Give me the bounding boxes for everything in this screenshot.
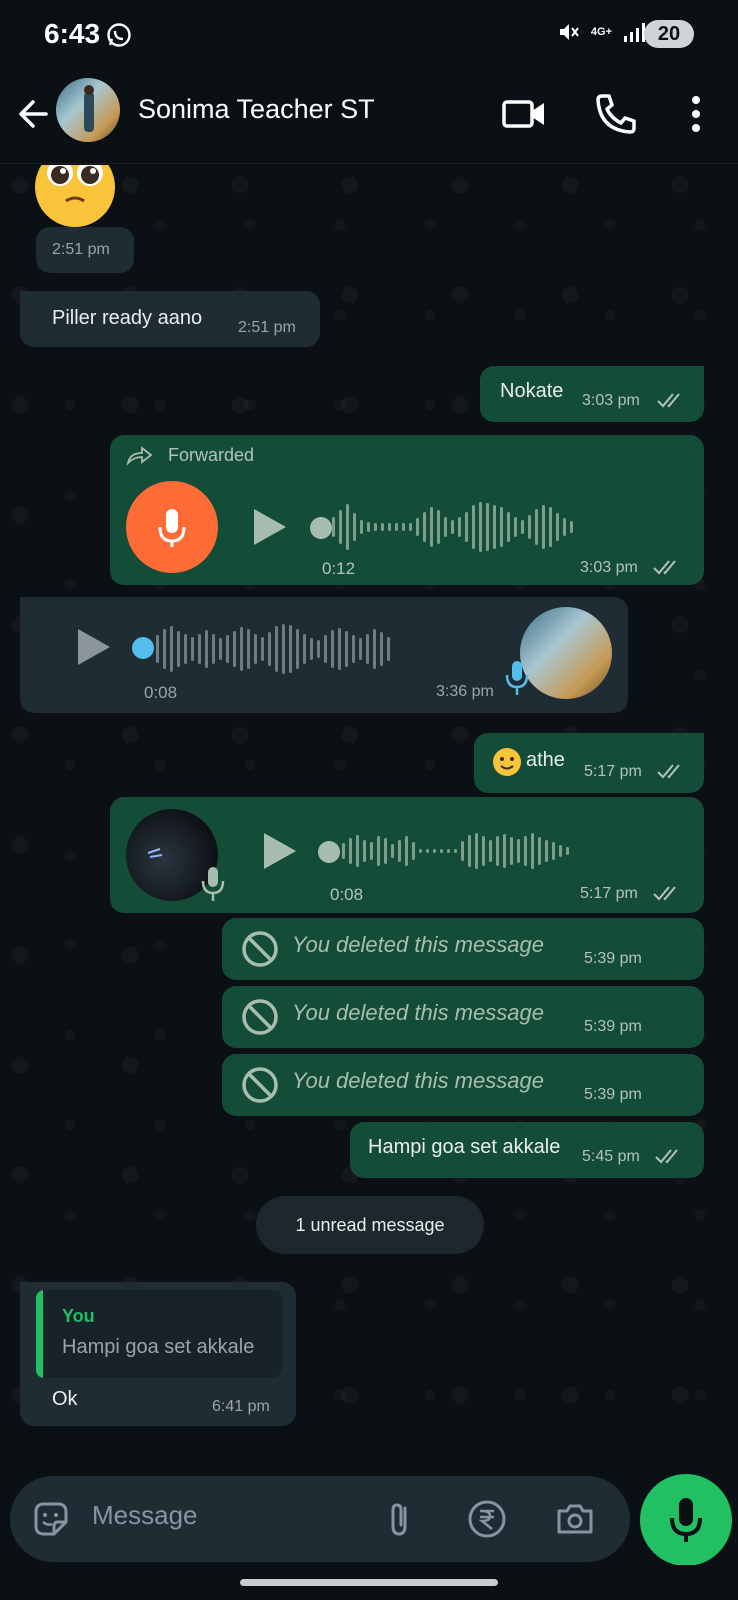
waveform[interactable] <box>332 499 573 555</box>
quoted-sender: You <box>62 1306 95 1326</box>
read-ticks-icon <box>653 560 676 575</box>
payment-rupee-icon[interactable] <box>466 1498 508 1540</box>
message-time: 6:41 pm <box>212 1398 270 1415</box>
message-input[interactable]: Message <box>92 1500 198 1531</box>
quoted-text: Hampi goa set akkale <box>62 1336 255 1358</box>
message-text: Ok <box>52 1388 78 1410</box>
sticker-icon[interactable] <box>30 1498 72 1540</box>
playback-position-dot[interactable] <box>310 517 332 539</box>
sender-avatar <box>520 607 612 699</box>
message-composer: Message <box>10 1476 630 1562</box>
message-text: Piller ready aano <box>52 307 203 329</box>
message-text: Hampi goa set akkale <box>368 1136 561 1158</box>
message-time: 5:39 pm <box>584 950 642 967</box>
network-type: 4G+ <box>590 25 612 38</box>
incoming-message[interactable]: Piller ready aano 2:51 pm <box>20 291 320 347</box>
deleted-message-text: You deleted this message <box>292 1068 544 1093</box>
more-options-icon[interactable] <box>672 90 720 138</box>
unread-messages-divider: 1 unread message <box>256 1196 484 1254</box>
voice-call-icon[interactable] <box>592 90 640 138</box>
emoji-pleading-face <box>35 165 115 227</box>
outgoing-voice-message[interactable]: 0:08 5:17 pm <box>110 797 704 913</box>
play-icon[interactable] <box>70 625 114 669</box>
playback-position-dot[interactable] <box>318 841 340 863</box>
deleted-message[interactable]: You deleted this message 5:39 pm <box>222 1054 704 1116</box>
message-text: athe <box>526 749 565 771</box>
camera-icon[interactable] <box>554 1498 596 1540</box>
attach-icon[interactable] <box>378 1498 420 1540</box>
message-text: Nokate <box>500 380 564 402</box>
signal-icon <box>624 23 645 42</box>
chat-header: Sonima Teacher ST <box>0 70 738 164</box>
contact-avatar[interactable] <box>56 78 120 142</box>
message-time: 3:03 pm <box>582 392 640 409</box>
waveform[interactable] <box>342 823 569 879</box>
blocked-icon <box>242 999 278 1035</box>
blocked-icon <box>242 1067 278 1103</box>
forwarded-label: Forwarded <box>168 445 255 465</box>
read-ticks-icon <box>657 764 680 779</box>
outgoing-message[interactable]: Hampi goa set akkale 5:45 pm <box>350 1122 704 1178</box>
play-icon[interactable] <box>256 829 300 873</box>
quoted-message[interactable]: You Hampi goa set akkale <box>36 1290 282 1378</box>
message-time: 5:17 pm <box>584 763 642 780</box>
message-time: 5:39 pm <box>584 1018 642 1035</box>
message-time: 3:36 pm <box>436 683 494 700</box>
microphone-icon <box>670 1498 702 1542</box>
forwarded-voice-message[interactable]: Forwarded 0:12 3:03 pm <box>110 435 704 585</box>
message-time: 2:51 pm <box>52 241 110 258</box>
status-bar: 6:43 4G+ 20 <box>0 0 738 70</box>
read-ticks-icon <box>657 393 680 408</box>
slightly-smiling-face-emoji <box>493 748 521 776</box>
whatsapp-notification-icon <box>107 23 131 47</box>
video-call-icon[interactable] <box>500 90 548 138</box>
deleted-message-text: You deleted this message <box>292 932 544 957</box>
back-arrow-icon[interactable] <box>12 92 56 136</box>
message-time: 5:39 pm <box>584 1086 642 1103</box>
voice-duration: 0:12 <box>322 559 356 578</box>
read-ticks-icon <box>653 886 676 901</box>
voice-duration: 0:08 <box>330 885 364 904</box>
voice-duration: 0:08 <box>144 683 178 702</box>
message-emoji-time[interactable]: 2:51 pm <box>36 227 134 273</box>
deleted-message[interactable]: You deleted this message 5:39 pm <box>222 986 704 1048</box>
message-time: 3:03 pm <box>580 559 638 576</box>
outgoing-message[interactable]: Nokate 3:03 pm <box>480 366 704 422</box>
play-icon[interactable] <box>246 505 290 549</box>
contact-name[interactable]: Sonima Teacher ST <box>138 94 375 125</box>
incoming-reply-message[interactable]: You Hampi goa set akkale Ok 6:41 pm <box>20 1282 296 1426</box>
blocked-icon <box>242 931 278 967</box>
voice-mic-avatar <box>126 481 218 573</box>
message-time: 5:17 pm <box>580 885 638 902</box>
chat-area[interactable]: 2:51 pm Piller ready aano 2:51 pm Nokate… <box>0 165 738 1475</box>
home-gesture-bar[interactable] <box>240 1579 498 1586</box>
outgoing-message[interactable]: athe 5:17 pm <box>474 733 704 793</box>
status-time: 6:43 <box>44 18 101 49</box>
deleted-message[interactable]: You deleted this message 5:39 pm <box>222 918 704 980</box>
navigation-bar <box>0 1565 738 1600</box>
record-voice-button[interactable] <box>640 1474 732 1566</box>
deleted-message-text: You deleted this message <box>292 1000 544 1025</box>
playback-position-dot[interactable] <box>132 637 154 659</box>
microphone-icon <box>201 867 225 901</box>
microphone-icon <box>505 661 529 695</box>
quote-accent-bar <box>36 1290 43 1378</box>
microphone-icon <box>158 509 186 547</box>
battery-level: 20 <box>644 20 694 48</box>
message-time: 5:45 pm <box>582 1148 640 1165</box>
waveform[interactable] <box>156 621 390 677</box>
read-ticks-icon <box>655 1149 678 1164</box>
forward-arrow-icon <box>126 446 153 466</box>
incoming-voice-message[interactable]: 0:08 3:36 pm <box>20 597 628 713</box>
mute-icon <box>559 24 579 40</box>
message-time: 2:51 pm <box>238 319 296 336</box>
